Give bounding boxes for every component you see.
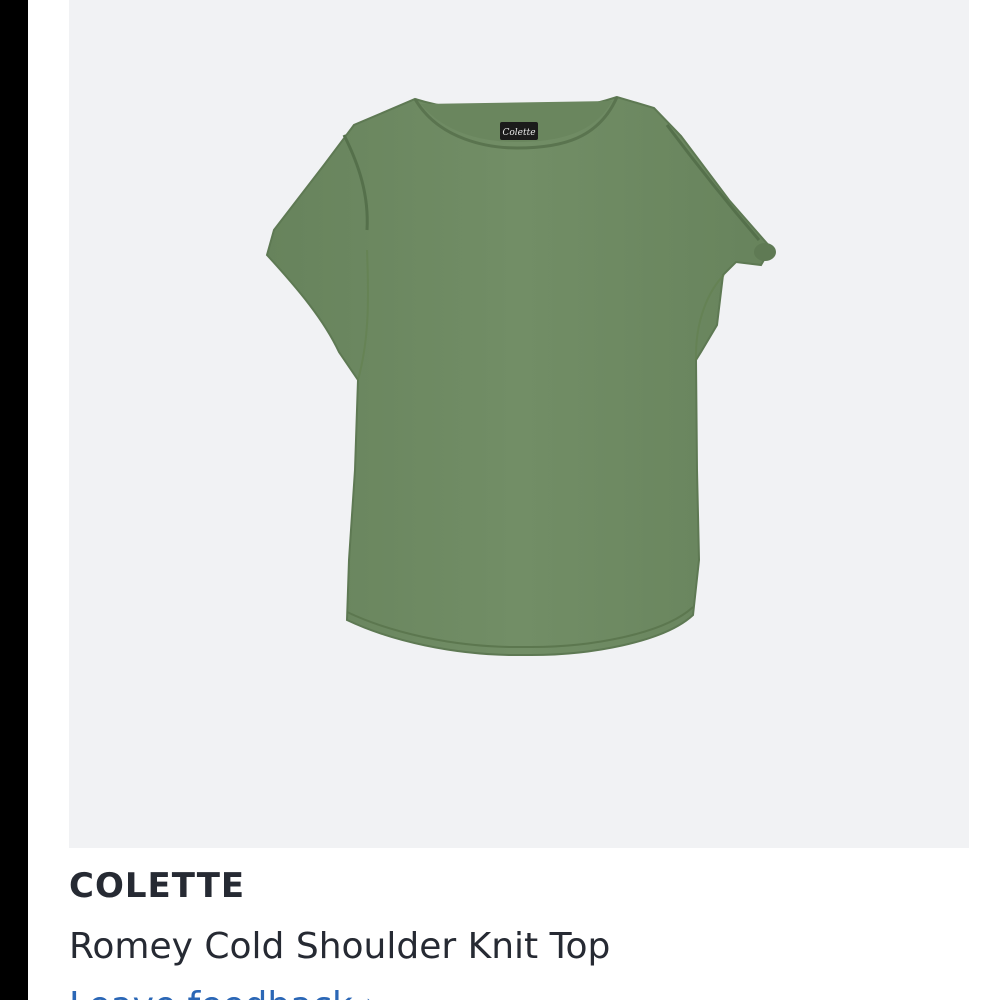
leave-feedback-link[interactable]: Leave feedback › (69, 984, 379, 1000)
product-brand: COLETTE (69, 866, 246, 906)
product-image-area[interactable]: Colette (69, 0, 969, 848)
product-card[interactable]: Colette COLETTE Romey Cold Shoulder Knit… (28, 0, 1000, 1000)
sleeve-knot (754, 243, 776, 261)
product-image: Colette (265, 95, 776, 657)
svg-text:Colette: Colette (502, 128, 535, 138)
product-name: Romey Cold Shoulder Knit Top (69, 926, 611, 967)
left-edge-bar (0, 0, 28, 1000)
shirt-body (265, 95, 773, 657)
